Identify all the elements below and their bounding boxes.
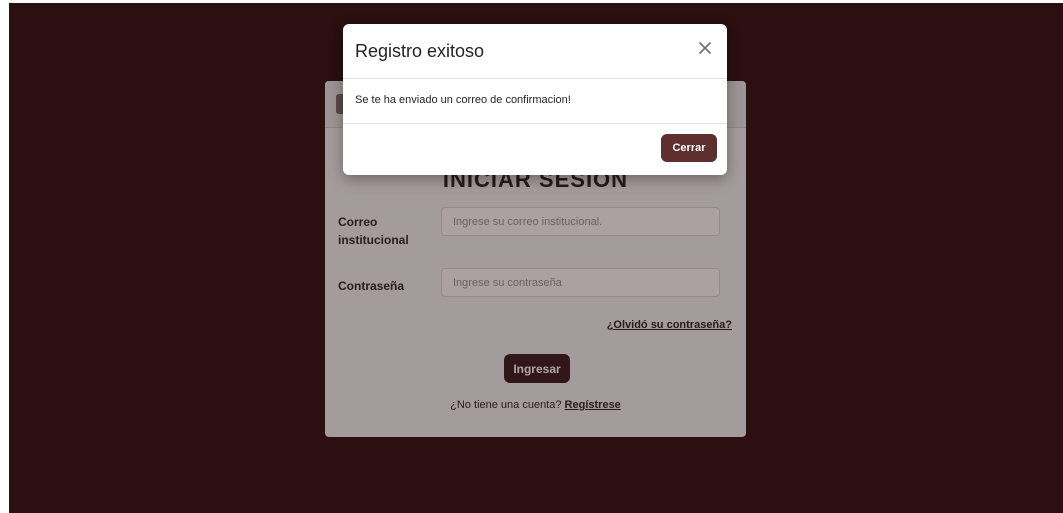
success-modal: Registro exitoso Se te ha enviado un cor…	[343, 24, 727, 175]
close-button[interactable]: Cerrar	[661, 134, 717, 162]
email-label: Correo institucional	[338, 213, 409, 249]
register-link[interactable]: Regístrese	[565, 399, 621, 411]
register-line: ¿No tiene una cuenta? Regístrese	[325, 399, 746, 411]
email-label-line1: Correo	[338, 215, 378, 229]
modal-footer: Cerrar	[343, 123, 727, 176]
modal-message: Se te ha enviado un correo de confirmaci…	[355, 94, 571, 106]
viewport: INICIAR SESION Correo institucional Cont…	[9, 3, 1063, 513]
email-input[interactable]	[441, 207, 720, 236]
email-label-line2: institucional	[338, 233, 409, 247]
modal-header: Registro exitoso	[343, 24, 727, 79]
login-button[interactable]: Ingresar	[504, 354, 570, 383]
no-account-text: ¿No tiene una cuenta?	[450, 399, 562, 411]
password-input[interactable]	[441, 268, 720, 297]
modal-title: Registro exitoso	[355, 41, 485, 61]
close-icon[interactable]	[695, 38, 715, 58]
password-label: Contraseña	[338, 279, 405, 293]
forgot-password-link[interactable]: ¿Olvidó su contraseña?	[607, 319, 732, 331]
